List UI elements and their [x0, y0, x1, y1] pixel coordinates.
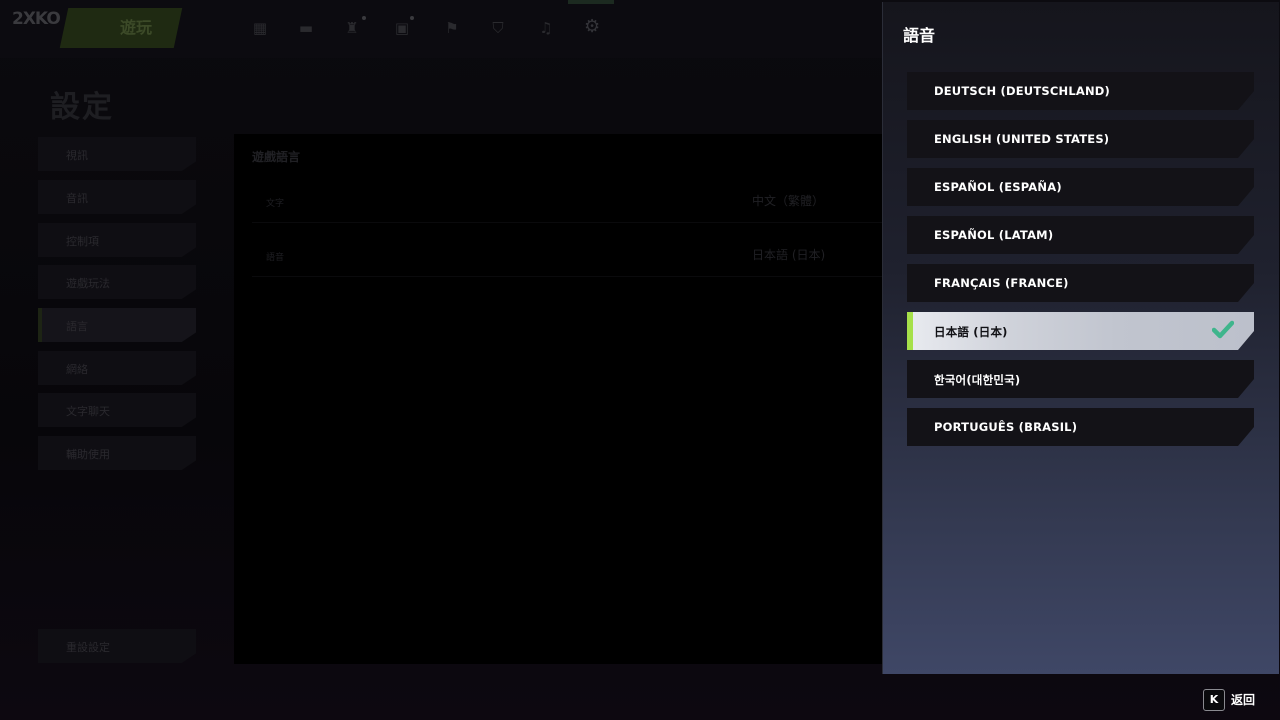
voice-language-panel: 語音 DEUTSCH (DEUTSCHLAND) ENGLISH (UNITED… [882, 2, 1279, 674]
notification-dot [410, 16, 414, 20]
language-option-label: ENGLISH (UNITED STATES) [934, 132, 1110, 146]
language-option-label: PORTUGUÊS (BRASIL) [934, 420, 1078, 434]
sidebar-item-controls[interactable]: 控制項 [38, 223, 196, 257]
sidebar-item-accessibility[interactable]: 輔助使用 [38, 436, 196, 470]
flag-icon[interactable]: ⚑ [444, 20, 460, 36]
language-option-english[interactable]: ENGLISH (UNITED STATES) [907, 120, 1254, 158]
language-option-francais[interactable]: FRANÇAIS (FRANCE) [907, 264, 1254, 302]
check-icon [1212, 320, 1234, 340]
gear-icon[interactable]: ⚙ [584, 18, 600, 36]
language-option-espanol-espana[interactable]: ESPAÑOL (ESPAÑA) [907, 168, 1254, 206]
sidebar-item-label: 控制項 [66, 235, 99, 248]
back-key-icon[interactable]: K [1203, 689, 1225, 711]
setting-label: 語音 [266, 253, 285, 263]
page-title: 設定 [50, 90, 114, 125]
notification-dot [362, 16, 366, 20]
app-logo: 2XKO [12, 9, 61, 29]
top-accent-bar [568, 0, 614, 4]
voice-language-panel-title: 語音 [903, 26, 936, 45]
sidebar-item-gameplay[interactable]: 遊戲玩法 [38, 265, 196, 299]
language-option-japanese[interactable]: 日本語 (日本) [907, 312, 1254, 350]
nav-tab-play[interactable]: 遊玩 [59, 8, 183, 48]
language-option-label: 한국어(대한민국) [934, 373, 1021, 387]
sidebar-item-network[interactable]: 網絡 [38, 351, 196, 385]
grid-icon[interactable]: ▦ [252, 20, 268, 36]
settings-panel-title: 遊戲語言 [252, 150, 301, 164]
language-option-portugues[interactable]: PORTUGUÊS (BRASIL) [907, 408, 1254, 446]
setting-row-voice-language[interactable]: 語音 日本語 (日本) [252, 236, 892, 277]
sidebar-item-label: 輔助使用 [66, 448, 110, 461]
language-option-deutsch[interactable]: DEUTSCH (DEUTSCHLAND) [907, 72, 1254, 110]
sidebar-item-video[interactable]: 視訊 [38, 137, 196, 171]
minus-icon[interactable]: ▬ [298, 20, 314, 36]
sidebar-item-label: 音訊 [66, 192, 88, 205]
sidebar-item-text-chat[interactable]: 文字聊天 [38, 393, 196, 427]
language-option-label: ESPAÑOL (ESPAÑA) [934, 180, 1062, 194]
nav-tab-play-label: 遊玩 [119, 18, 152, 37]
sidebar-item-language[interactable]: 語言 [38, 308, 196, 342]
bell-icon[interactable]: ♫ [538, 20, 554, 36]
sidebar-item-audio[interactable]: 音訊 [38, 180, 196, 214]
back-button[interactable]: 返回 [1231, 691, 1255, 708]
trophy-icon[interactable]: ♜ [344, 20, 360, 36]
language-option-korean[interactable]: 한국어(대한민국) [907, 360, 1254, 398]
setting-value: 日本語 (日本) [752, 248, 826, 262]
language-option-label: FRANÇAIS (FRANCE) [934, 276, 1069, 290]
language-option-label: DEUTSCH (DEUTSCHLAND) [934, 84, 1110, 98]
sidebar-item-label: 文字聊天 [66, 405, 110, 418]
reset-settings-label: 重設設定 [66, 641, 110, 654]
reset-settings-button[interactable]: 重設設定 [38, 629, 196, 663]
setting-row-text-language[interactable]: 文字 中文（繁體） [252, 182, 892, 223]
language-option-espanol-latam[interactable]: ESPAÑOL (LATAM) [907, 216, 1254, 254]
sidebar-item-label: 語言 [66, 320, 88, 333]
language-option-label: ESPAÑOL (LATAM) [934, 228, 1054, 242]
card-icon[interactable]: ▣ [394, 20, 410, 36]
language-option-label: 日本語 (日本) [934, 325, 1008, 339]
sidebar-item-label: 遊戲玩法 [66, 277, 110, 290]
shield-icon[interactable]: ⛉ [490, 20, 506, 36]
setting-value: 中文（繁體） [752, 194, 825, 208]
sidebar-item-label: 視訊 [66, 149, 88, 162]
setting-label: 文字 [266, 199, 285, 209]
sidebar-item-label: 網絡 [66, 363, 88, 376]
